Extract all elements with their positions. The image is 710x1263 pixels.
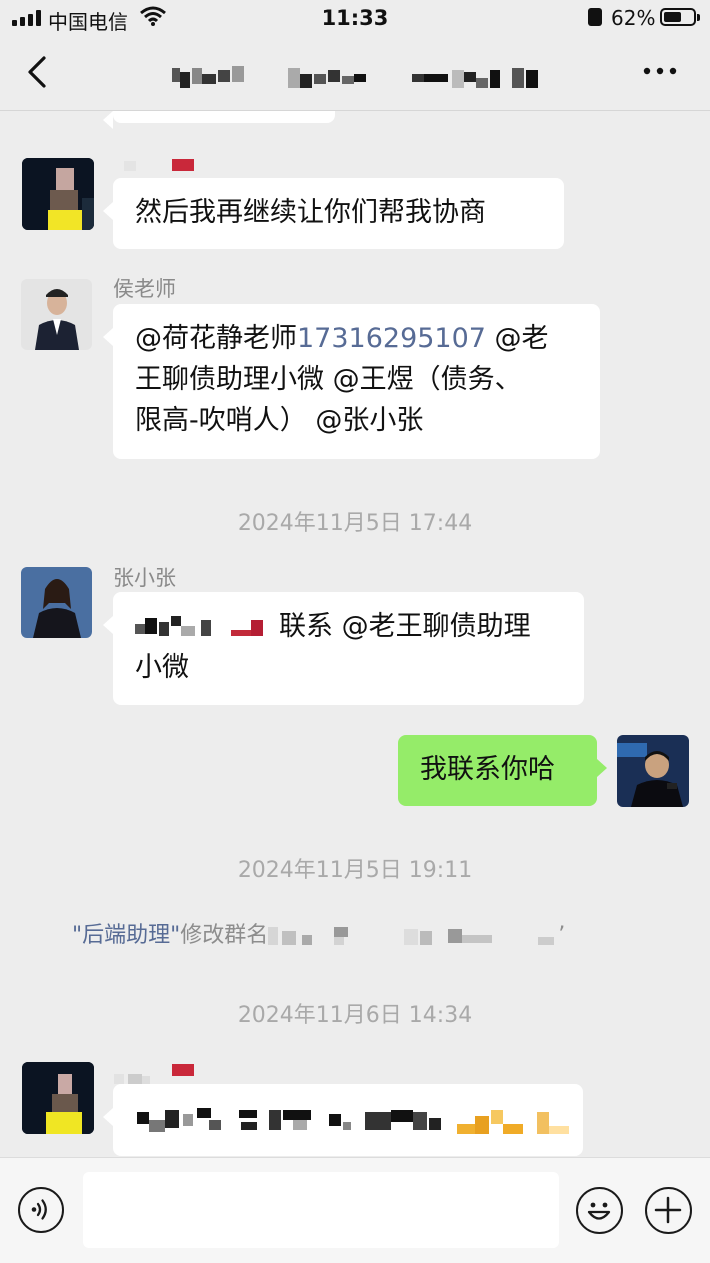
avatar[interactable] <box>21 567 92 638</box>
message-bubble-self[interactable]: 我联系你哈 <box>398 735 607 806</box>
chat-header <box>0 36 710 111</box>
system-quote: " <box>170 923 181 948</box>
message-bubble[interactable]: 联系 @老王聊债助理 小微 <box>103 592 584 705</box>
avatar[interactable] <box>21 279 92 350</box>
message-bubble[interactable] <box>103 1084 583 1156</box>
sender-name-redacted <box>114 1064 194 1084</box>
plus-icon[interactable] <box>645 1187 692 1234</box>
message-bubble-partial[interactable] <box>103 111 335 129</box>
avatar[interactable] <box>22 158 94 230</box>
message-text: 我联系你哈 <box>420 754 555 785</box>
mention[interactable]: @荷花静老师 <box>135 323 297 354</box>
message-text: 然后我再继续让你们帮我协商 <box>135 197 486 228</box>
message-line: 小微 <box>135 652 189 683</box>
clock: 11:33 <box>321 6 389 30</box>
redacted-text <box>135 616 263 636</box>
message-line: 限高-吹哨人） @张小张 <box>135 405 424 436</box>
more-dots-icon[interactable] <box>640 58 680 84</box>
timestamp: 2024年11月6日 14:34 <box>237 1003 473 1028</box>
message-line: 王聊债助理小微 @王煜（债务、 <box>135 364 522 395</box>
message-bubble[interactable]: 然后我再继续让你们帮我协商 <box>103 178 564 249</box>
status-bar: 中国电信 11:33 62% <box>0 0 710 36</box>
avatar-self[interactable] <box>617 735 689 807</box>
message-bubble[interactable]: @荷花静老师17316295107 @老 王聊债助理小微 @王煜（债务、 限高-… <box>103 304 600 459</box>
system-quote: " <box>72 923 83 948</box>
chevron-left-icon[interactable] <box>22 52 56 92</box>
chat-title-redacted <box>172 66 538 88</box>
sender-name: 张小张 <box>113 566 176 590</box>
message-list[interactable]: 然后我再继续让你们帮我协商 侯老师 @荷花静老师17316295107 @老 王… <box>0 111 710 1156</box>
emoji-icon[interactable] <box>576 1187 623 1234</box>
input-bar <box>0 1157 710 1263</box>
member-name-link[interactable]: 后端助理 <box>82 923 170 948</box>
redacted-text <box>137 1108 569 1134</box>
system-action: 修改群名 <box>180 923 269 948</box>
voice-icon[interactable] <box>18 1187 64 1233</box>
redacted-text <box>268 927 555 945</box>
battery-icon <box>660 8 700 26</box>
message-input[interactable] <box>83 1172 559 1248</box>
timestamp: 2024年11月5日 17:44 <box>237 511 473 536</box>
message-line: @荷花静老师17316295107 @老 <box>135 318 578 359</box>
sender-name: 侯老师 <box>113 277 176 301</box>
message-line: 联系 @老王聊债助理 <box>135 606 562 647</box>
battery-percent: 62% <box>611 6 656 30</box>
system-notice: "后端助理"修改群名 ’ <box>72 917 565 949</box>
mention[interactable]: @老 <box>486 323 549 354</box>
sender-name-redacted <box>124 159 194 171</box>
avatar[interactable] <box>22 1062 94 1134</box>
timestamp: 2024年11月5日 19:11 <box>237 858 473 883</box>
orientation-lock-icon <box>588 8 602 26</box>
phone-link[interactable]: 17316295107 <box>297 323 486 354</box>
system-quote: ’ <box>558 923 566 948</box>
